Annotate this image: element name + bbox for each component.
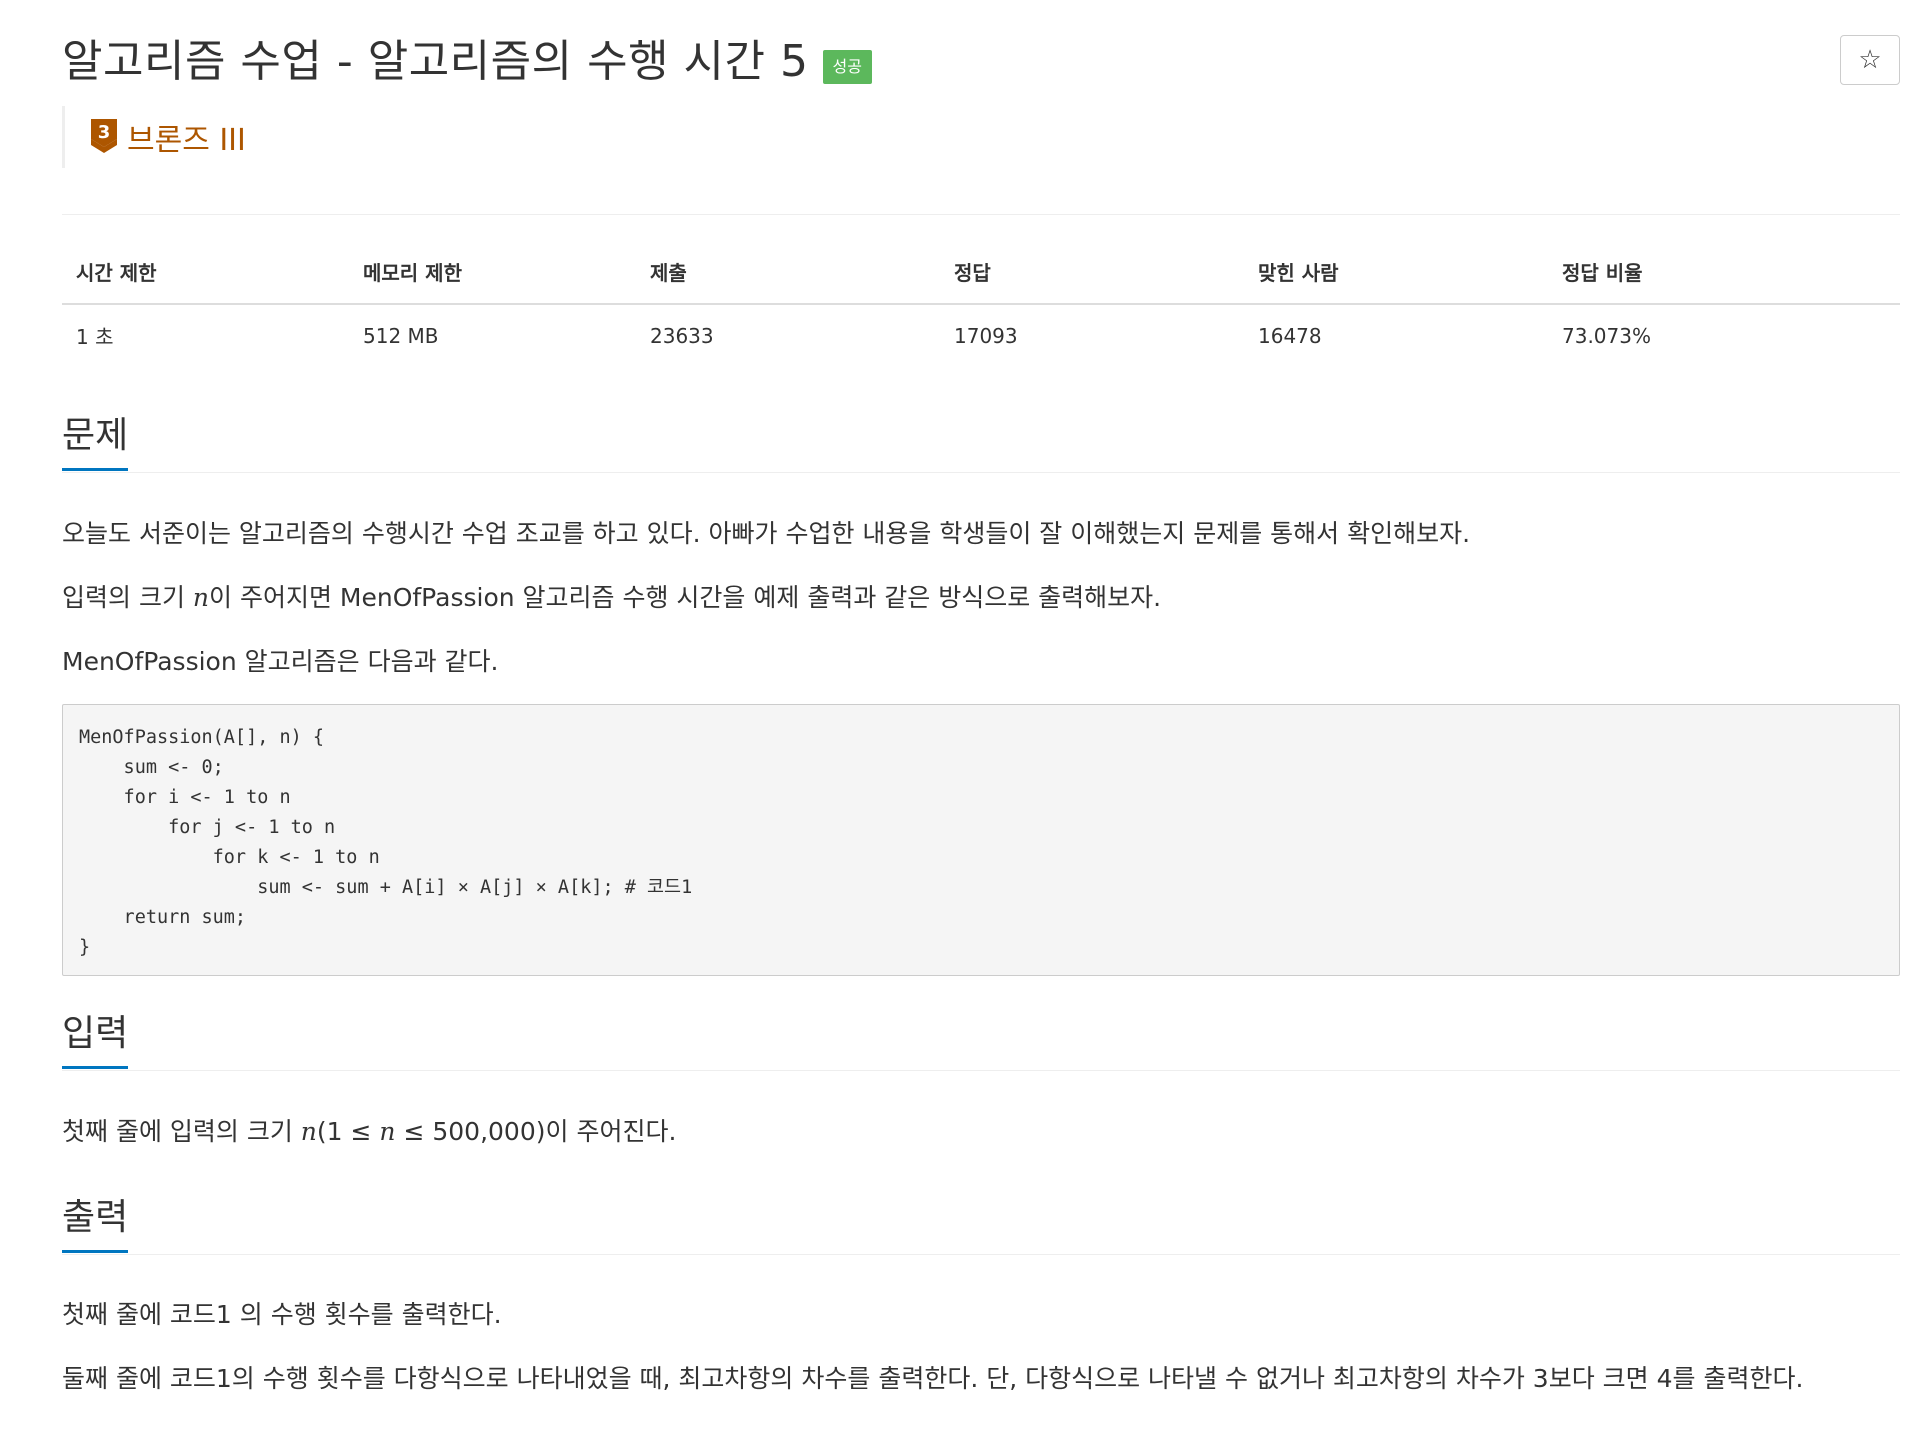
- output-description-2: 둘째 줄에 코드1의 수행 횟수를 다항식으로 나타내었을 때, 최고차항의 차…: [62, 1364, 1804, 1393]
- input-section-header: 입력: [62, 1006, 1900, 1071]
- stats-value-row: 1 초 512 MB 23633 17093 16478 73.073%: [62, 304, 1900, 366]
- problem-stats-table: 시간 제한 메모리 제한 제출 정답 맞힌 사람 정답 비율 1 초 512 M…: [62, 255, 1900, 366]
- input-description: 첫째 줄에 입력의 크기 n(1 ≤ n ≤ 500,000)이 주어진다.: [62, 1117, 677, 1146]
- star-icon: ☆: [1858, 45, 1882, 75]
- header-time-limit: 시간 제한: [62, 255, 349, 305]
- divider: [62, 214, 1900, 215]
- output-description-1: 첫째 줄에 코드1 의 수행 횟수를 출력한다.: [62, 1300, 502, 1329]
- status-badge: 성공: [822, 50, 872, 84]
- value-memory-limit: 512 MB: [363, 323, 439, 348]
- header-accepted: 정답: [940, 255, 1244, 305]
- problem-heading: 문제: [62, 408, 129, 471]
- pseudocode-block: MenOfPassion(A[], n) { sum <- 0; for i <…: [62, 704, 1900, 976]
- problem-description-3: MenOfPassion 알고리즘은 다음과 같다.: [62, 647, 499, 676]
- header-memory-limit: 메모리 제한: [349, 255, 636, 305]
- output-section-header: 출력: [62, 1190, 1900, 1255]
- title-row: 알고리즘 수업 - 알고리즘의 수행 시간 5 성공: [62, 34, 872, 90]
- problem-title: 알고리즘 수업 - 알고리즘의 수행 시간 5: [62, 36, 809, 87]
- value-ratio: 73.073%: [1562, 323, 1651, 348]
- header-ratio: 정답 비율: [1548, 255, 1900, 305]
- var-n: n: [192, 583, 210, 612]
- problem-section-header: 문제: [62, 408, 1900, 473]
- tier-number: 3: [98, 122, 111, 143]
- value-solvers: 16478: [1258, 323, 1322, 348]
- tier-label[interactable]: 브론즈 III: [127, 115, 246, 159]
- favorite-button[interactable]: ☆: [1840, 35, 1900, 85]
- problem-description-2: 입력의 크기 n이 주어지면 MenOfPassion 알고리즘 수행 시간을 …: [62, 583, 1162, 612]
- value-accepted: 17093: [954, 323, 1018, 348]
- stats-header-row: 시간 제한 메모리 제한 제출 정답 맞힌 사람 정답 비율: [62, 255, 1900, 305]
- tier-row: 3 브론즈 III: [62, 106, 246, 168]
- value-submissions: 23633: [650, 323, 714, 348]
- header-submissions: 제출: [636, 255, 940, 305]
- header-solvers: 맞힌 사람: [1244, 255, 1548, 305]
- bronze-tier-icon: 3: [91, 119, 117, 153]
- value-time-limit: 1 초: [76, 325, 114, 349]
- output-heading: 출력: [62, 1190, 129, 1253]
- problem-page: 알고리즘 수업 - 알고리즘의 수행 시간 5 성공 ☆ 3 브론즈 III 시…: [0, 0, 1922, 1440]
- input-heading: 입력: [62, 1006, 129, 1069]
- problem-description-1: 오늘도 서준이는 알고리즘의 수행시간 수업 조교를 하고 있다. 아빠가 수업…: [62, 519, 1471, 548]
